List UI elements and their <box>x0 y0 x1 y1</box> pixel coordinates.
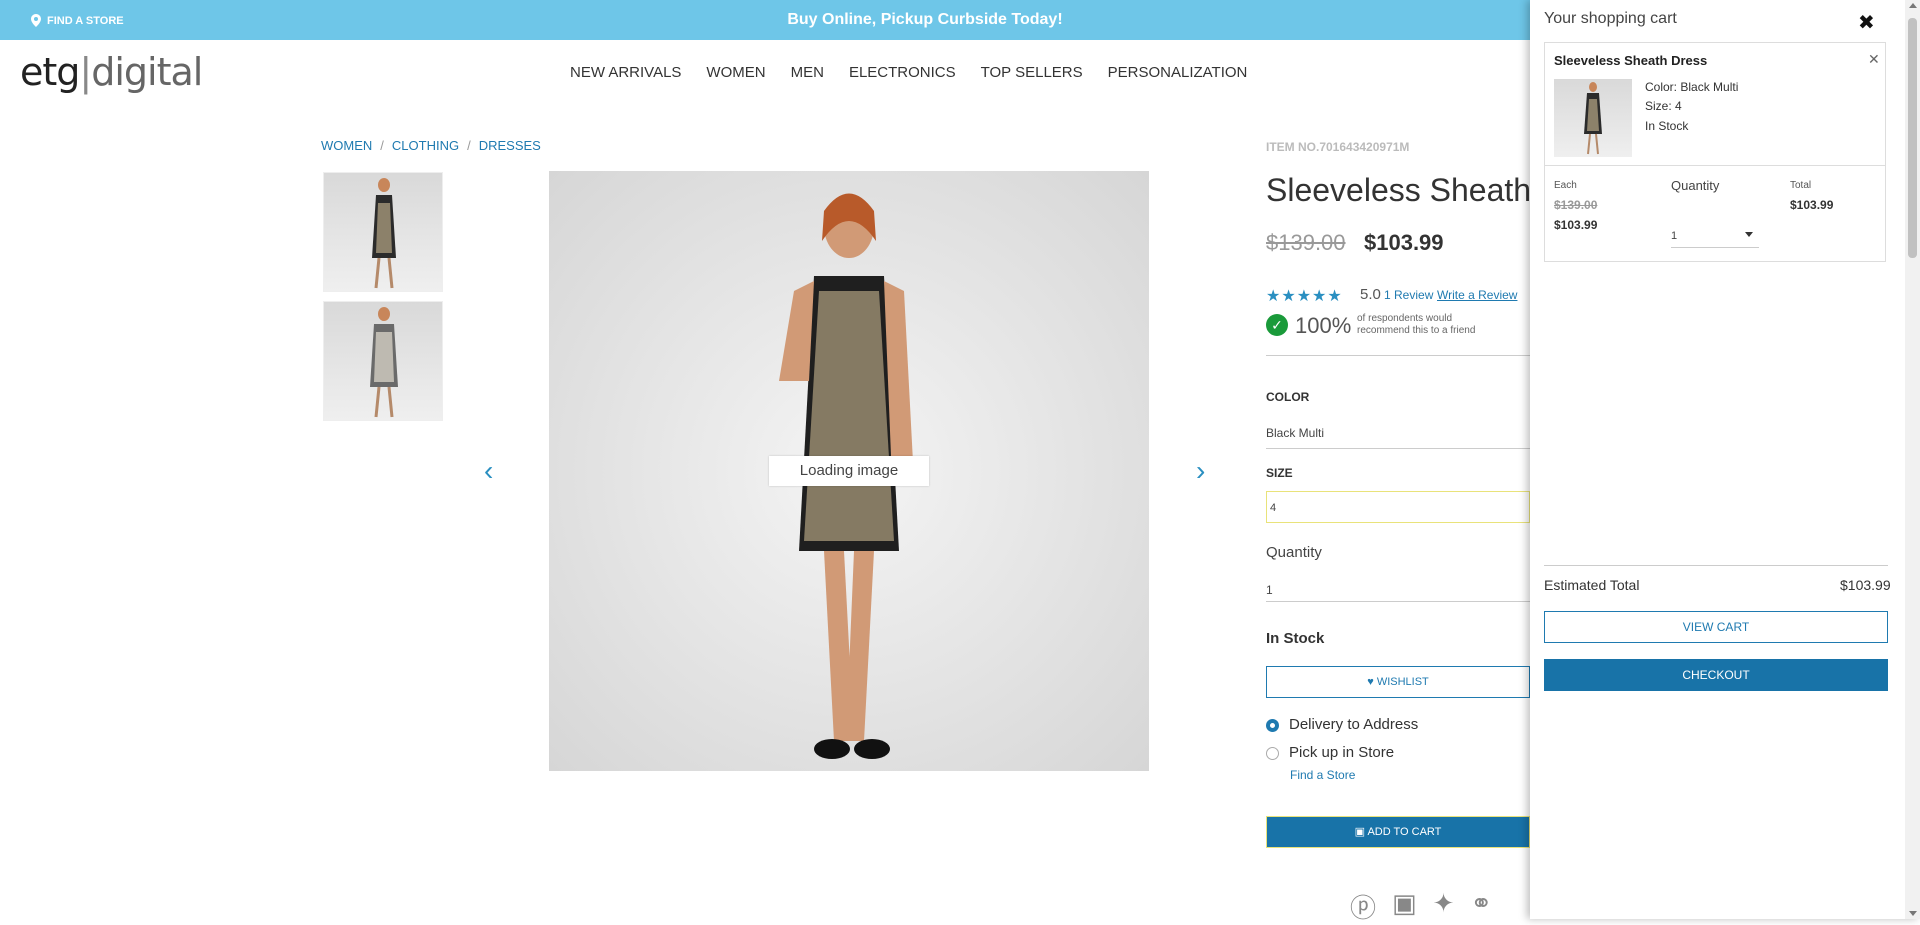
thumbnail-back[interactable] <box>323 301 443 421</box>
scrollbar-thumb[interactable] <box>1908 18 1917 258</box>
cart-quantity-value: 1 <box>1671 230 1678 242</box>
divider <box>1266 355 1530 356</box>
find-store-link[interactable]: Find a Store <box>1290 768 1355 782</box>
estimated-total-value: $103.99 <box>1840 577 1891 593</box>
link-icon[interactable]: ⚭ <box>1470 888 1492 925</box>
add-to-cart-button[interactable]: ▣ ADD TO CART <box>1266 816 1530 848</box>
cart-quantity-select[interactable]: 1 <box>1671 226 1759 248</box>
divider <box>1266 601 1530 602</box>
bag-icon: ▣ <box>1354 826 1365 838</box>
heart-icon: ♥ <box>1367 676 1374 688</box>
delivery-radio[interactable] <box>1266 719 1279 732</box>
review-count-link[interactable]: 1 Review <box>1384 288 1433 302</box>
wishlist-label: WISHLIST <box>1376 676 1429 688</box>
quantity-label: Quantity <box>1266 544 1322 561</box>
each-price: $103.99 <box>1554 218 1598 232</box>
nav-top-sellers[interactable]: TOP SELLERS <box>981 64 1083 81</box>
rating-stars-icon: ★★★★★ <box>1266 288 1343 305</box>
view-cart-button[interactable]: VIEW CART <box>1544 611 1888 643</box>
recommend-percent: 100% <box>1295 313 1352 338</box>
divider <box>1545 165 1885 166</box>
breadcrumb-separator: / <box>380 138 384 153</box>
gallery-prev-icon[interactable]: ‹ <box>484 455 493 487</box>
wishlist-button[interactable]: ♥ WISHLIST <box>1266 666 1530 698</box>
loading-indicator: Loading image <box>769 456 929 486</box>
close-icon[interactable]: ✖ <box>1858 10 1875 35</box>
cart-item-stock: In Stock <box>1645 119 1689 133</box>
divider <box>1544 565 1888 566</box>
scroll-down-icon[interactable] <box>1909 911 1917 916</box>
each-old-price: $139.00 <box>1554 198 1598 212</box>
breadcrumb-women[interactable]: WOMEN <box>321 138 372 153</box>
color-value[interactable]: Black Multi <box>1266 426 1324 440</box>
breadcrumb-clothing[interactable]: CLOTHING <box>392 138 459 153</box>
logo-part1: etg <box>20 50 80 94</box>
remove-item-icon[interactable]: ✕ <box>1868 51 1880 68</box>
breadcrumb-dresses[interactable]: DRESSES <box>479 138 541 153</box>
breadcrumb: WOMEN / CLOTHING / DRESSES <box>321 138 541 153</box>
scrollbar[interactable] <box>1905 0 1920 919</box>
stock-status: In Stock <box>1266 630 1325 647</box>
rating-value: 5.0 <box>1360 286 1381 303</box>
scroll-up-icon[interactable] <box>1909 3 1917 8</box>
cart-item-color: Color: Black Multi <box>1645 80 1739 94</box>
cart-item-name[interactable]: Sleeveless Sheath Dress <box>1554 53 1707 68</box>
item-total: $103.99 <box>1790 198 1834 212</box>
color-label: COLOR <box>1266 390 1310 404</box>
logo-part2: digital <box>91 50 203 94</box>
recommend-text: of respondents would recommend this to a… <box>1357 313 1476 336</box>
item-number: ITEM NO.701643420971M <box>1266 140 1410 154</box>
pickup-label: Pick up in Store <box>1289 744 1395 761</box>
cart-quantity-label: Quantity <box>1671 178 1720 193</box>
quantity-input[interactable]: 1 <box>1266 583 1273 597</box>
pinterest-icon[interactable]: ⓟ <box>1350 888 1376 925</box>
size-select[interactable]: 4 <box>1266 491 1530 523</box>
pickup-radio[interactable] <box>1266 747 1279 760</box>
facebook-icon[interactable]: ▣ <box>1392 888 1417 925</box>
each-label: Each <box>1554 180 1577 191</box>
write-review-link[interactable]: Write a Review <box>1437 288 1517 302</box>
main-nav: NEW ARRIVALS WOMEN MEN ELECTRONICS TOP S… <box>570 64 1247 81</box>
sale-price: $103.99 <box>1364 230 1444 255</box>
cart-item: Sleeveless Sheath Dress ✕ Color: Black M… <box>1544 42 1886 262</box>
nav-electronics[interactable]: ELECTRONICS <box>849 64 956 81</box>
cart-title: Your shopping cart <box>1544 10 1677 27</box>
estimated-total-label: Estimated Total <box>1544 577 1640 593</box>
nav-men[interactable]: MEN <box>791 64 824 81</box>
thumbnail-front[interactable] <box>323 172 443 292</box>
cart-item-image[interactable] <box>1554 79 1632 157</box>
size-label: SIZE <box>1266 466 1293 480</box>
site-logo[interactable]: etg|digital <box>20 50 203 94</box>
original-price: $139.00 <box>1266 230 1346 255</box>
checkmark-icon: ✓ <box>1266 314 1288 336</box>
total-label: Total <box>1790 180 1812 191</box>
logo-divider: | <box>79 50 92 94</box>
cart-item-size: Size: 4 <box>1645 99 1682 113</box>
chevron-down-icon <box>1745 232 1753 237</box>
divider <box>1266 448 1530 449</box>
nav-new-arrivals[interactable]: NEW ARRIVALS <box>570 64 681 81</box>
delivery-label: Delivery to Address <box>1289 716 1419 733</box>
cart-drawer: Your shopping cart ✖ Sleeveless Sheath D… <box>1530 0 1920 919</box>
nav-personalization[interactable]: PERSONALIZATION <box>1108 64 1248 81</box>
breadcrumb-separator: / <box>467 138 471 153</box>
social-share: ⓟ ▣ ✦ ⚭ <box>1350 888 1492 925</box>
add-to-cart-label: ADD TO CART <box>1367 826 1442 838</box>
checkout-button[interactable]: CHECKOUT <box>1544 659 1888 691</box>
gallery-next-icon[interactable]: › <box>1196 455 1205 487</box>
twitter-icon[interactable]: ✦ <box>1433 888 1455 925</box>
nav-women[interactable]: WOMEN <box>706 64 765 81</box>
product-title: Sleeveless Sheath Dress <box>1266 172 1530 208</box>
